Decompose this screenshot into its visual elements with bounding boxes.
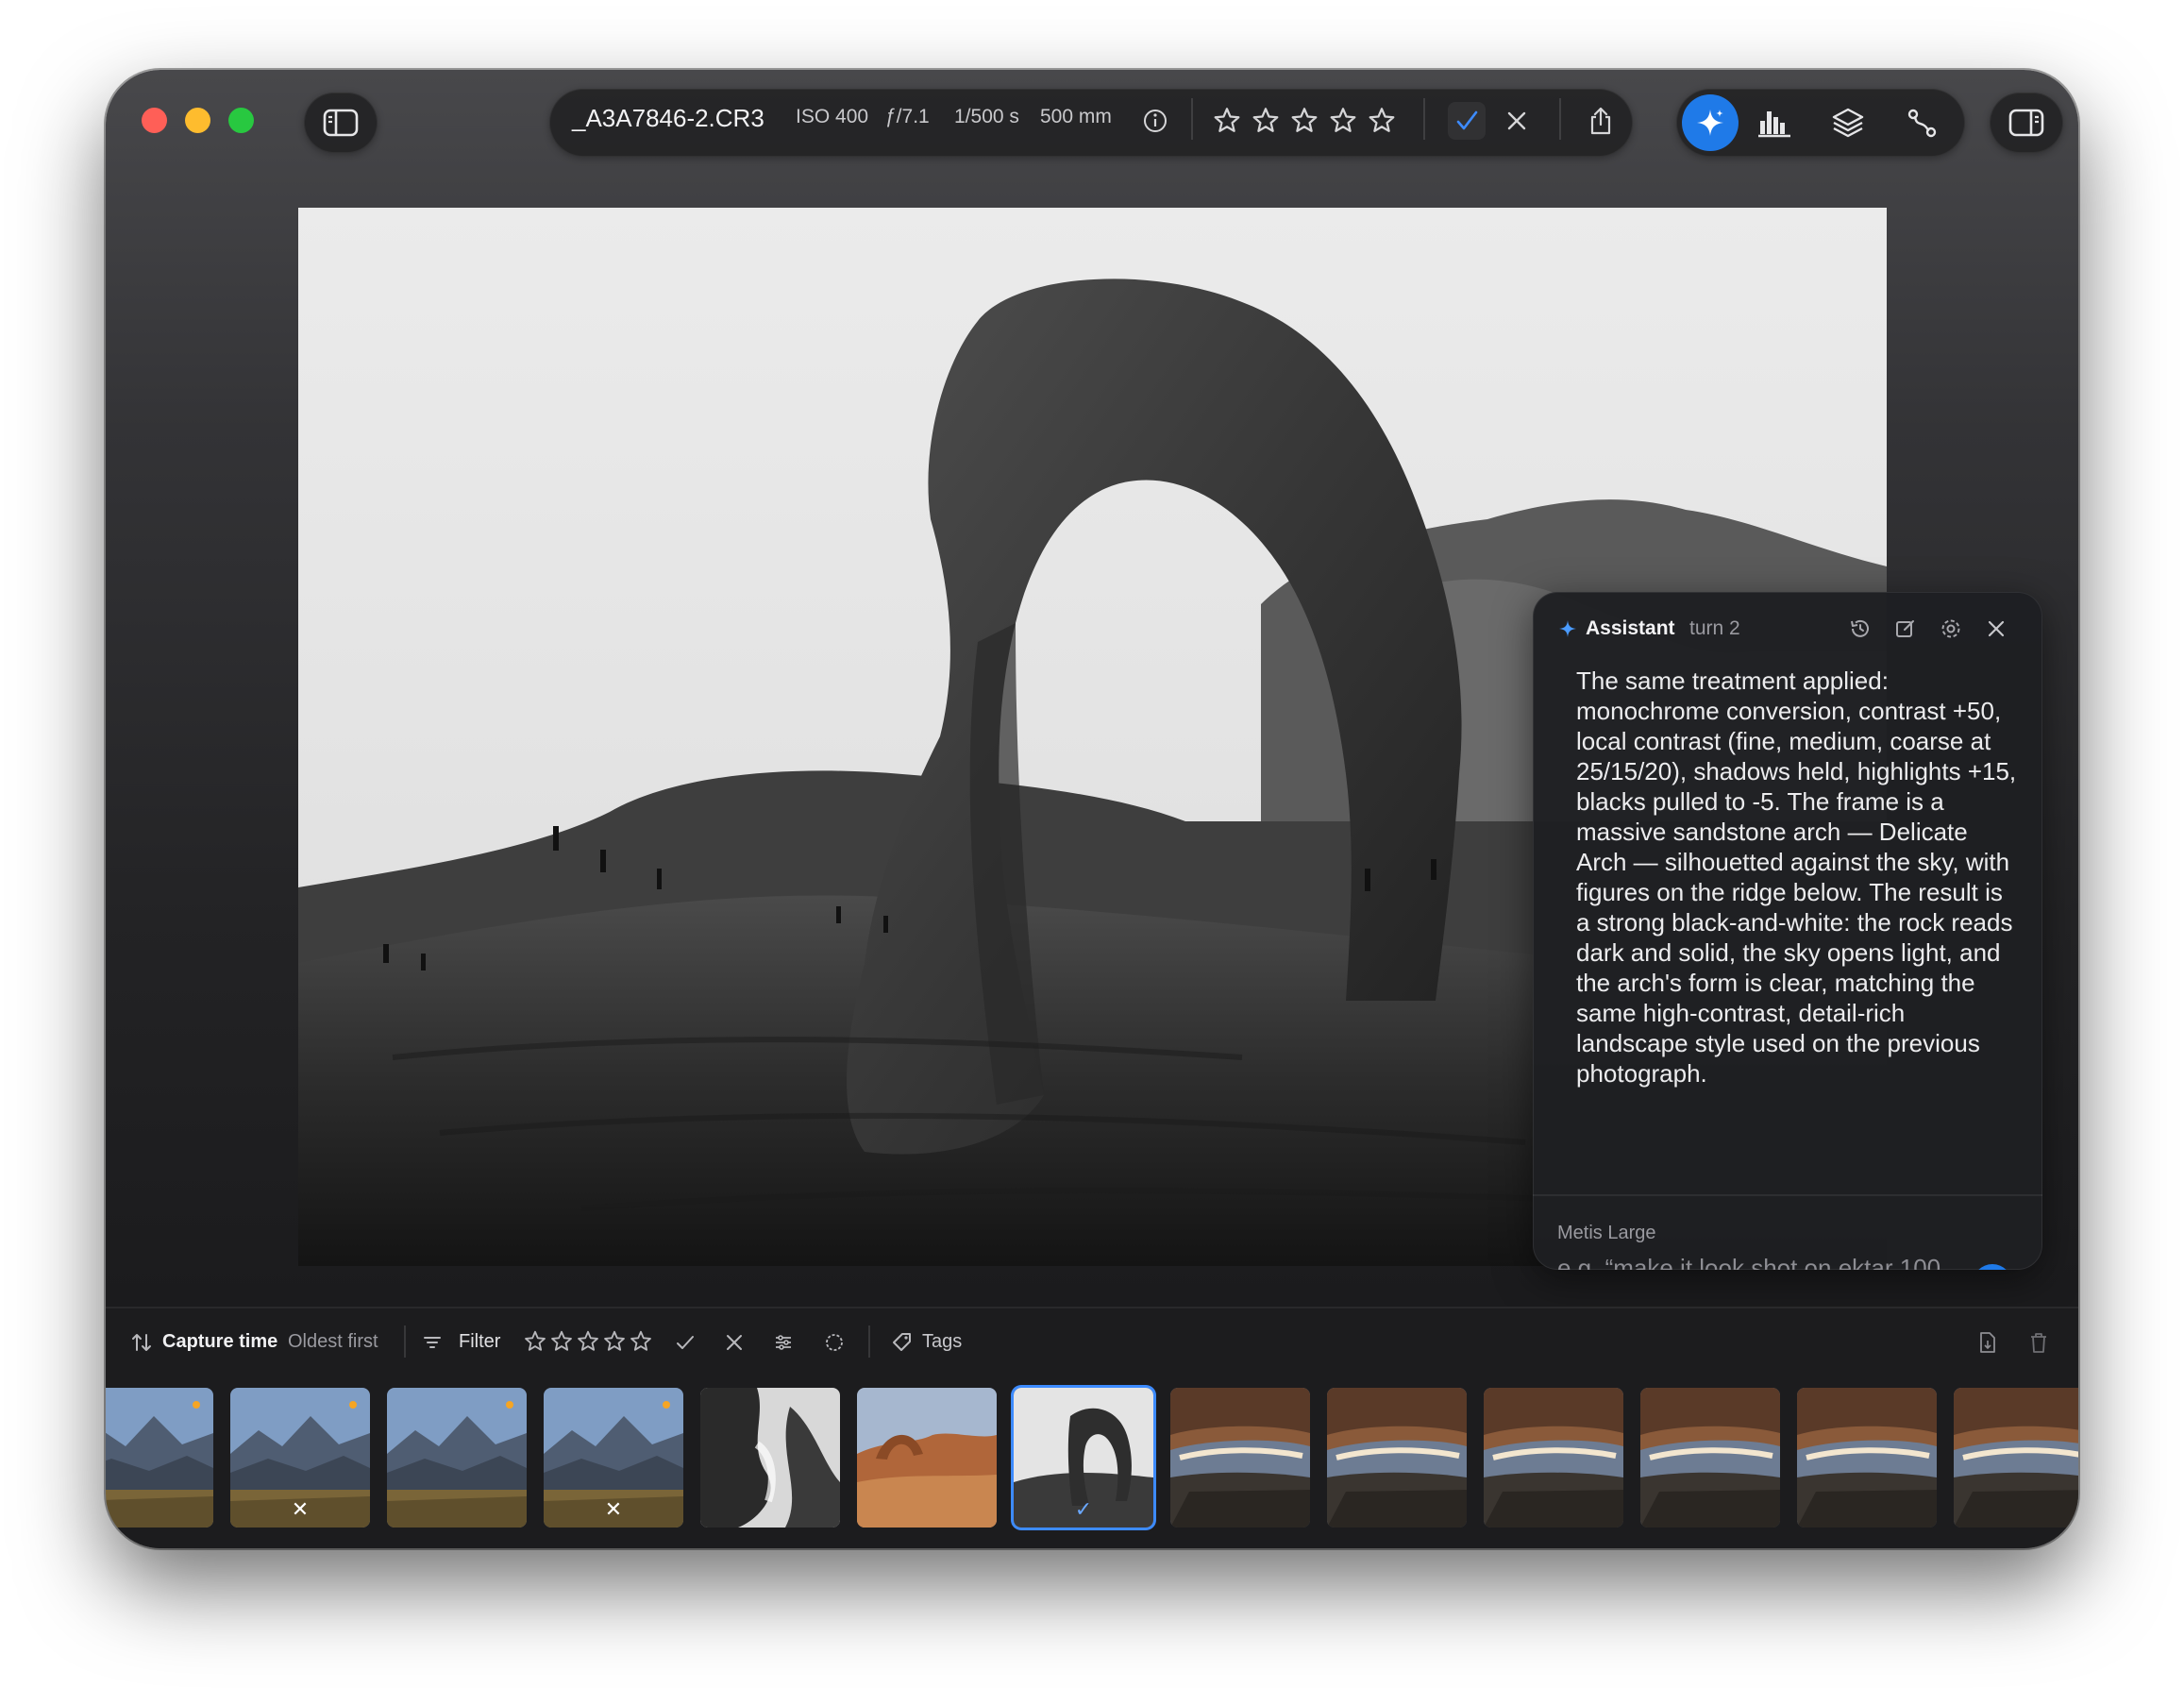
focal-length-value: 500 mm [1040, 106, 1112, 127]
arrow-up-icon [1973, 1264, 2012, 1270]
thumbnail-image [1640, 1388, 1780, 1528]
rating-star-icon[interactable] [1367, 106, 1397, 136]
rating-star-icon[interactable] [1212, 106, 1242, 136]
thumbnail-image [106, 1388, 213, 1528]
filter-lines-icon[interactable] [419, 1329, 445, 1356]
prompt-input[interactable]: e.g. “make it look shot on ektar 100 fil… [1557, 1253, 1963, 1270]
trash-icon[interactable] [2025, 1329, 2052, 1356]
filter-star-icon[interactable] [629, 1329, 653, 1354]
aperture-value: ƒ/7.1 [885, 106, 930, 127]
assistant-title: Assistant [1586, 617, 1675, 639]
thumbnail[interactable] [1797, 1388, 1937, 1528]
send-button[interactable] [1973, 1264, 2012, 1270]
flag-dot-icon [506, 1401, 513, 1409]
rejected-x-icon: ✕ [604, 1497, 623, 1521]
iso-value: ISO 400 [796, 106, 869, 127]
sort-order[interactable]: Oldest first [288, 1331, 378, 1353]
thumbnail-image [1327, 1388, 1467, 1528]
thumbnail[interactable] [1484, 1388, 1623, 1528]
thumbnail-image [1484, 1388, 1623, 1528]
pick-check-icon[interactable] [1448, 102, 1486, 140]
assistant-turn: turn 2 [1689, 617, 1740, 639]
sparkle-icon [1555, 616, 1580, 641]
divider [1191, 98, 1193, 140]
color-label-circle-icon[interactable] [821, 1329, 848, 1356]
export-file-icon[interactable] [1974, 1329, 2001, 1356]
info-icon[interactable] [1140, 106, 1170, 136]
divider [868, 1325, 870, 1358]
sidebar-left-icon[interactable] [319, 102, 362, 143]
thumbnail[interactable]: ✕ [230, 1388, 370, 1528]
thumbnail[interactable] [700, 1388, 840, 1528]
filter-star-icon[interactable] [549, 1329, 574, 1354]
filter-label[interactable]: Filter [459, 1331, 500, 1353]
filter-picked-check-icon[interactable] [672, 1329, 698, 1356]
thumbnail[interactable] [106, 1388, 213, 1528]
thumbnail[interactable] [1954, 1388, 2078, 1528]
flag-dot-icon [193, 1401, 200, 1409]
rating-star-icon[interactable] [1289, 106, 1319, 136]
thumbnail-image [1954, 1388, 2078, 1528]
filter-rejected-close-icon[interactable] [721, 1329, 748, 1356]
divider [1559, 98, 1561, 140]
tags-label[interactable]: Tags [922, 1331, 962, 1353]
filter-star-icon[interactable] [523, 1329, 547, 1354]
shutter-value: 1/500 s [954, 106, 1019, 127]
tag-icon[interactable] [889, 1329, 916, 1356]
thumbnail[interactable] [1640, 1388, 1780, 1528]
app-window: _A3A7846-2.CR3 ISO 400 ƒ/7.1 1/500 s 500… [106, 70, 2078, 1548]
thumbnail-image [387, 1388, 527, 1528]
reject-close-icon[interactable] [1500, 104, 1534, 138]
thumbnail-image [857, 1388, 997, 1528]
thumbnail[interactable]: ✕ [544, 1388, 683, 1528]
flag-dot-icon [663, 1401, 670, 1409]
thumbnail-image [1797, 1388, 1937, 1528]
histogram-icon[interactable] [1754, 102, 1795, 143]
share-icon[interactable] [1584, 102, 1618, 140]
rating-star-icon[interactable] [1251, 106, 1281, 136]
model-name[interactable]: Metis Large [1557, 1223, 1656, 1244]
history-icon[interactable] [1846, 615, 1874, 643]
assistant-message: The same treatment applied: monochrome c… [1576, 667, 2017, 1088]
assistant-panel: Assistant turn 2 The same treatment appl… [1533, 592, 2042, 1270]
thumbnail-selected[interactable]: ✓ [1014, 1388, 1153, 1528]
layers-icon[interactable] [1827, 102, 1869, 143]
rejected-x-icon: ✕ [291, 1497, 310, 1521]
ai-assistant-sparkle-icon[interactable] [1682, 94, 1739, 151]
thumbnail[interactable] [1170, 1388, 1310, 1528]
minimize-window-button[interactable] [185, 108, 210, 133]
filter-star-icon[interactable] [576, 1329, 600, 1354]
thumbnail[interactable] [1327, 1388, 1467, 1528]
settings-gear-icon[interactable] [1937, 615, 1965, 643]
zoom-window-button[interactable] [228, 108, 254, 133]
filename: _A3A7846-2.CR3 [572, 104, 764, 132]
thumbnail-image [700, 1388, 840, 1528]
thumbnail[interactable] [857, 1388, 997, 1528]
divider [1423, 98, 1425, 140]
divider [404, 1325, 406, 1358]
filter-star-icon[interactable] [602, 1329, 627, 1354]
sort-arrows-icon[interactable] [128, 1329, 155, 1356]
divider [1533, 1194, 2042, 1196]
close-panel-icon[interactable] [1982, 615, 2010, 643]
new-chat-icon[interactable] [1891, 615, 1920, 643]
picked-check-icon: ✓ [1074, 1497, 1093, 1521]
sort-field[interactable]: Capture time [162, 1331, 277, 1353]
rating-star-icon[interactable] [1328, 106, 1358, 136]
curve-tool-icon[interactable] [1901, 102, 1942, 143]
thumbnail[interactable] [387, 1388, 527, 1528]
sidebar-right-icon[interactable] [2005, 102, 2048, 143]
adjustments-sliders-icon[interactable] [770, 1329, 797, 1356]
close-window-button[interactable] [142, 108, 167, 133]
thumbnail-image [1170, 1388, 1310, 1528]
flag-dot-icon [349, 1401, 357, 1409]
